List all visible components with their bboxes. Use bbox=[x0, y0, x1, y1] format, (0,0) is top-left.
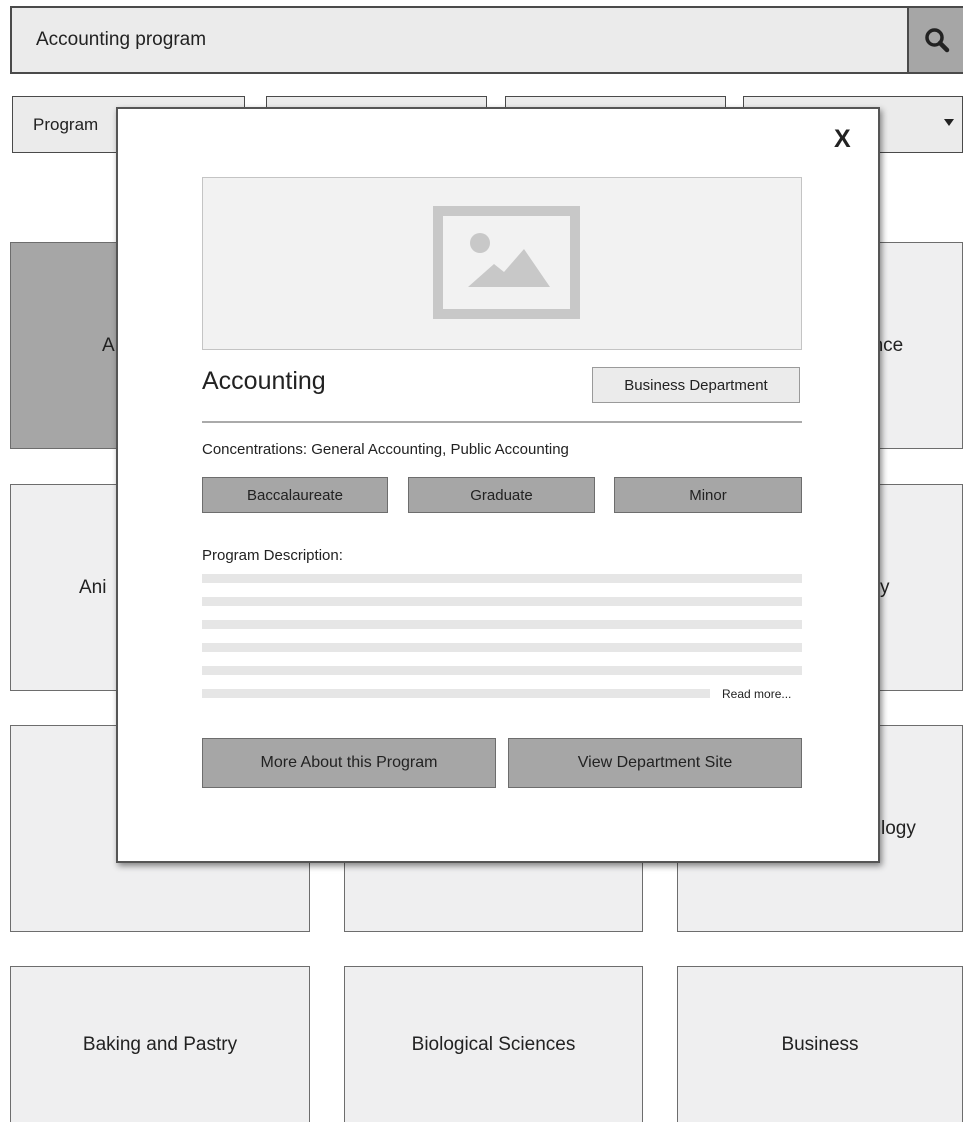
program-tile-label: A bbox=[102, 334, 115, 356]
program-tile[interactable]: Biological Sciences bbox=[344, 966, 643, 1122]
search-icon bbox=[925, 28, 950, 53]
program-description-label: Program Description: bbox=[202, 547, 343, 564]
search-button[interactable] bbox=[907, 8, 963, 72]
degree-button-graduate[interactable]: Graduate bbox=[408, 477, 595, 513]
program-tile-label: logy bbox=[881, 817, 916, 839]
program-tile-label: Baking and Pastry bbox=[82, 1033, 238, 1055]
program-tile-label: Business bbox=[781, 1033, 859, 1055]
program-image bbox=[202, 177, 802, 350]
program-detail-modal: X Accounting Business Department Concent… bbox=[116, 107, 880, 863]
program-tile-label: Ani bbox=[79, 576, 107, 598]
more-about-program-button[interactable]: More About this Program bbox=[202, 738, 496, 788]
program-tile-label: Biological Sciences bbox=[411, 1033, 576, 1055]
close-icon[interactable]: X bbox=[834, 127, 851, 152]
view-department-site-button[interactable]: View Department Site bbox=[508, 738, 802, 788]
program-tile[interactable]: Business bbox=[677, 966, 963, 1122]
description-placeholder-line bbox=[202, 666, 802, 675]
chevron-down-icon bbox=[944, 119, 954, 126]
description-placeholder-line bbox=[202, 643, 802, 652]
degree-button-baccalaureate[interactable]: Baccalaureate bbox=[202, 477, 388, 513]
program-title: Accounting bbox=[202, 367, 326, 395]
department-button[interactable]: Business Department bbox=[592, 367, 800, 403]
program-tile[interactable]: Baking and Pastry bbox=[10, 966, 310, 1122]
divider bbox=[202, 421, 802, 423]
search-bar bbox=[10, 6, 963, 74]
program-tile-label: y bbox=[880, 576, 890, 598]
concentrations-text: Concentrations: General Accounting, Publ… bbox=[202, 441, 569, 458]
read-more-link[interactable]: Read more... bbox=[722, 687, 791, 701]
description-placeholder-line bbox=[202, 620, 802, 629]
image-placeholder-icon bbox=[433, 206, 580, 319]
description-placeholder-line bbox=[202, 574, 802, 583]
description-placeholder-line bbox=[202, 689, 710, 698]
degree-button-minor[interactable]: Minor bbox=[614, 477, 802, 513]
filter-label: Program bbox=[33, 114, 99, 134]
search-input[interactable] bbox=[12, 8, 907, 72]
description-placeholder-line bbox=[202, 597, 802, 606]
